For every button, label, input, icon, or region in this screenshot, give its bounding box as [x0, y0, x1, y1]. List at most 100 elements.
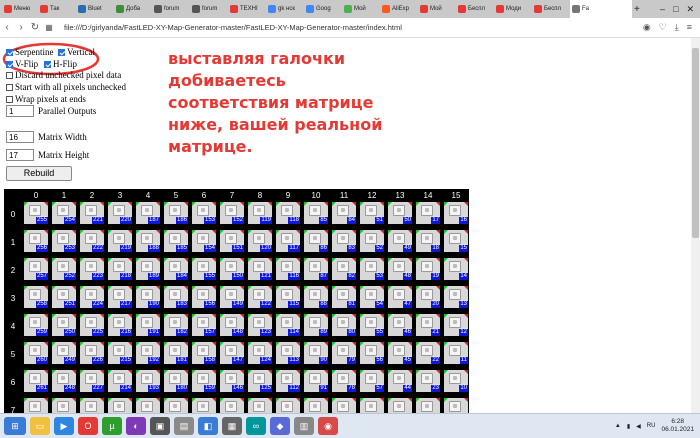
- matrix-pixel-cell[interactable]: 79: [332, 342, 356, 364]
- page-scrollbar[interactable]: [691, 38, 700, 413]
- matrix-pixel-cell[interactable]: 88: [304, 286, 328, 308]
- url-field[interactable]: file:///D:/girlyanda/FastLED-XY-Map-Gene…: [64, 23, 402, 32]
- utorrent-icon[interactable]: µ: [102, 417, 122, 435]
- close-icon[interactable]: ✕: [686, 4, 694, 15]
- matrix-pixel-cell[interactable]: 155: [192, 258, 216, 280]
- browser-tab[interactable]: Goog: [304, 0, 342, 18]
- matrix-pixel-cell[interactable]: 151: [220, 230, 244, 252]
- matrix-pixel-cell[interactable]: 152: [220, 202, 244, 224]
- matrix-pixel-cell[interactable]: 12: [444, 314, 468, 336]
- matrix-pixel-cell[interactable]: 194: [136, 398, 160, 413]
- option-start-unchecked[interactable]: Start with all pixels unchecked: [6, 82, 126, 92]
- browser-tab[interactable]: Моди: [494, 0, 532, 18]
- matrix-pixel-cell[interactable]: 85: [304, 202, 328, 224]
- matrix-pixel-cell[interactable]: 82: [332, 258, 356, 280]
- browser-tab[interactable]: ТЕХНІ: [228, 0, 266, 18]
- matrix-pixel-cell[interactable]: 113: [276, 342, 300, 364]
- matrix-pixel-cell[interactable]: 248: [52, 370, 76, 392]
- forward-icon[interactable]: ›: [14, 22, 28, 33]
- matrix-pixel-cell[interactable]: 261: [24, 370, 48, 392]
- matrix-pixel-cell[interactable]: 181: [164, 342, 188, 364]
- matrix-pixel-cell[interactable]: 185: [164, 230, 188, 252]
- browser-tab[interactable]: Bluet: [76, 0, 114, 18]
- matrix-pixel-cell[interactable]: 10: [444, 370, 468, 392]
- matrix-pixel-cell[interactable]: 191: [136, 314, 160, 336]
- matrix-pixel-cell[interactable]: 148: [220, 314, 244, 336]
- matrix-pixel-cell[interactable]: 87: [304, 258, 328, 280]
- matrix-pixel-cell[interactable]: 122: [248, 286, 272, 308]
- matrix-pixel-cell[interactable]: 89: [304, 314, 328, 336]
- start-button-icon[interactable]: ⊞: [4, 417, 26, 435]
- checkbox[interactable]: [44, 60, 51, 68]
- parallel-outputs-input[interactable]: [6, 105, 34, 117]
- matrix-pixel-cell[interactable]: 121: [248, 258, 272, 280]
- app-icon[interactable]: ▣: [150, 417, 170, 435]
- matrix-pixel-cell[interactable]: 11: [444, 342, 468, 364]
- matrix-pixel-cell[interactable]: 221: [80, 202, 104, 224]
- matrix-pixel-cell[interactable]: 251: [52, 286, 76, 308]
- matrix-pixel-cell[interactable]: 120: [248, 230, 272, 252]
- matrix-pixel-cell[interactable]: 91: [304, 370, 328, 392]
- matrix-pixel-cell[interactable]: 145: [220, 398, 244, 413]
- matrix-pixel-cell[interactable]: 90: [304, 342, 328, 364]
- file-explorer-icon[interactable]: ▭: [30, 417, 50, 435]
- matrix-pixel-cell[interactable]: 18: [416, 230, 440, 252]
- matrix-pixel-cell[interactable]: 116: [276, 258, 300, 280]
- matrix-pixel-cell[interactable]: 223: [80, 258, 104, 280]
- matrix-pixel-cell[interactable]: 149: [220, 286, 244, 308]
- matrix-pixel-cell[interactable]: 187: [136, 202, 160, 224]
- matrix-pixel-cell[interactable]: 118: [276, 202, 300, 224]
- matrix-pixel-cell[interactable]: 249: [52, 342, 76, 364]
- matrix-pixel-cell[interactable]: 190: [136, 286, 160, 308]
- matrix-pixel-cell[interactable]: 46: [388, 314, 412, 336]
- matrix-width-input[interactable]: [6, 131, 34, 143]
- matrix-pixel-cell[interactable]: 58: [360, 398, 384, 413]
- back-icon[interactable]: ‹: [0, 22, 14, 33]
- matrix-pixel-cell[interactable]: 186: [164, 202, 188, 224]
- option-h-flip[interactable]: H-Flip: [44, 59, 77, 69]
- browser-tab[interactable]: forum: [190, 0, 228, 18]
- checkbox[interactable]: [58, 48, 65, 56]
- matrix-pixel-cell[interactable]: 215: [108, 342, 132, 364]
- matrix-pixel-cell[interactable]: 213: [108, 398, 132, 413]
- matrix-pixel-cell[interactable]: 160: [192, 398, 216, 413]
- matrix-pixel-cell[interactable]: 56: [360, 342, 384, 364]
- app-icon[interactable]: ▥: [294, 417, 314, 435]
- matrix-pixel-cell[interactable]: 114: [276, 314, 300, 336]
- matrix-pixel-cell[interactable]: 182: [164, 314, 188, 336]
- browser-tab[interactable]: Fa: [570, 0, 632, 18]
- matrix-pixel-cell[interactable]: 183: [164, 286, 188, 308]
- matrix-pixel-cell[interactable]: 260: [24, 342, 48, 364]
- browser-tab[interactable]: Мой: [418, 0, 456, 18]
- clock[interactable]: 6:28 06.01.2021: [661, 418, 694, 434]
- matrix-pixel-cell[interactable]: 189: [136, 258, 160, 280]
- matrix-pixel-cell[interactable]: 220: [108, 202, 132, 224]
- app-icon[interactable]: ◧: [198, 417, 218, 435]
- app-icon[interactable]: ▤: [174, 417, 194, 435]
- browser-tab[interactable]: Беспл: [456, 0, 494, 18]
- matrix-pixel-cell[interactable]: 154: [192, 230, 216, 252]
- media-player-icon[interactable]: ▶: [54, 417, 74, 435]
- matrix-pixel-cell[interactable]: 258: [24, 286, 48, 308]
- reload-icon[interactable]: ↻: [28, 22, 42, 33]
- matrix-pixel-cell[interactable]: 159: [192, 370, 216, 392]
- matrix-pixel-cell[interactable]: 180: [164, 370, 188, 392]
- matrix-pixel-cell[interactable]: 125: [248, 370, 272, 392]
- scrollbar-thumb[interactable]: [692, 48, 699, 238]
- matrix-pixel-cell[interactable]: 126: [248, 398, 272, 413]
- option-discard-unchecked[interactable]: Discard unchecked pixel data: [6, 70, 121, 80]
- matrix-pixel-cell[interactable]: 81: [332, 286, 356, 308]
- browser-tab[interactable]: Так: [38, 0, 76, 18]
- matrix-pixel-cell[interactable]: 43: [388, 398, 412, 413]
- matrix-pixel-cell[interactable]: 226: [80, 342, 104, 364]
- matrix-pixel-cell[interactable]: 57: [360, 370, 384, 392]
- option-serpentine[interactable]: Serpentine: [6, 47, 54, 57]
- checkbox[interactable]: [6, 83, 13, 91]
- checkbox[interactable]: [6, 71, 13, 79]
- matrix-pixel-cell[interactable]: 80: [332, 314, 356, 336]
- maximize-icon[interactable]: □: [673, 4, 678, 15]
- matrix-pixel-cell[interactable]: 55: [360, 314, 384, 336]
- browser-tab[interactable]: AliExp: [380, 0, 418, 18]
- matrix-pixel-cell[interactable]: 158: [192, 342, 216, 364]
- matrix-pixel-cell[interactable]: 259: [24, 314, 48, 336]
